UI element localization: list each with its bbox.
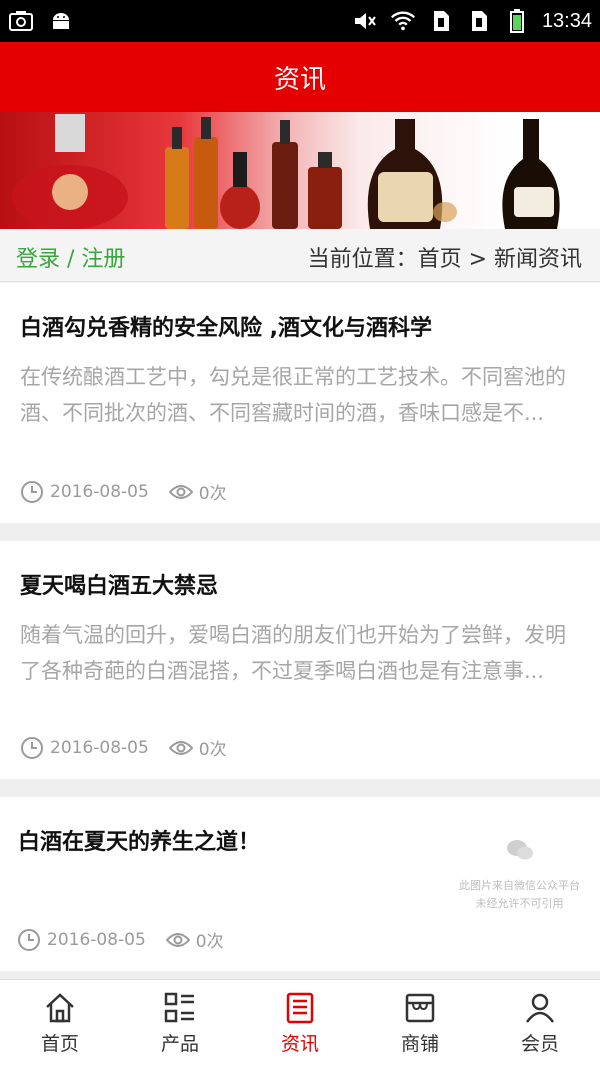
article-meta: 2016-08-05 0次: [20, 735, 227, 760]
page-title: 资讯: [273, 64, 326, 95]
nav-item-shop[interactable]: 商铺: [360, 980, 480, 1067]
article-views: 0次: [198, 484, 227, 504]
clock-icon: [18, 928, 40, 951]
news-icon: [286, 992, 314, 1024]
article-views: 0次: [198, 740, 227, 760]
article-meta: 2016-08-05 0次: [20, 479, 227, 504]
app-header: 资讯: [0, 42, 600, 112]
shop-icon: [405, 993, 435, 1023]
nav-item-member[interactable]: 会员: [480, 980, 600, 1067]
battery-icon: [504, 8, 530, 34]
article-views: 0次: [195, 932, 224, 952]
wechat-icon: [506, 840, 533, 860]
sim1-icon: [428, 8, 454, 34]
nav-item-products[interactable]: 产品: [120, 980, 240, 1067]
wechat-watermark: 此图片来自微信公众平台 未经允许不可引用: [459, 837, 580, 913]
article-meta: 2016-08-05 0次: [17, 927, 224, 952]
mute-icon: [352, 8, 378, 34]
nav-label: 资讯: [280, 1033, 319, 1055]
bottom-nav: 首页 产品 资讯 商铺 会员: [0, 979, 600, 1067]
article-date: 2016-08-05: [50, 737, 149, 758]
user-icon: [525, 993, 555, 1023]
article-date: 2016-08-05: [47, 929, 146, 950]
nav-label: 商铺: [400, 1033, 439, 1055]
eye-icon: [168, 740, 193, 755]
watermark-line: 此图片来自微信公众平台: [459, 879, 580, 892]
banner-image[interactable]: [0, 112, 600, 229]
login-register-link[interactable]: 登录 / 注册: [16, 241, 125, 273]
nav-label: 首页: [40, 1033, 79, 1055]
breadcrumb: 当前位置：首页 > 新闻资讯: [307, 247, 582, 272]
article-summary: 随着气温的回升，爱喝白酒的朋友们也开始为了尝鲜，发明了各种奇葩的白酒混搭，不过夏…: [20, 623, 566, 683]
wifi-icon: [390, 8, 416, 34]
article-summary: 在传统酿酒工艺中，勾兑是很正常的工艺技术。不同窖池的酒、不同批次的酒、不同窖藏时…: [20, 365, 566, 425]
article-card[interactable]: 夏天喝白酒五大禁忌 随着气温的回升，爱喝白酒的朋友们也开始为了尝鲜，发明了各种奇…: [0, 541, 600, 779]
nav-item-home[interactable]: 首页: [0, 980, 120, 1067]
clock: 13:34: [541, 9, 592, 32]
grid-list-icon: [164, 992, 194, 1023]
android-icon: [48, 8, 74, 34]
status-bar: 13:34: [0, 0, 600, 42]
article-title[interactable]: 白酒勾兑香精的安全风险 ,酒文化与酒科学: [20, 310, 432, 342]
screenshot-icon: [8, 8, 34, 34]
breadcrumb-bar: 登录 / 注册 当前位置：首页 > 新闻资讯: [0, 229, 600, 282]
watermark-line: 未经允许不可引用: [475, 897, 564, 910]
nav-item-news[interactable]: 资讯: [240, 980, 360, 1067]
clock-icon: [21, 480, 43, 503]
eye-icon: [165, 932, 190, 947]
article-card[interactable]: 白酒勾兑香精的安全风险 ,酒文化与酒科学 在传统酿酒工艺中，勾兑是很正常的工艺技…: [0, 283, 600, 523]
home-icon: [46, 993, 74, 1023]
article-title[interactable]: 夏天喝白酒五大禁忌: [20, 568, 218, 600]
article-card[interactable]: 白酒在夏天的养生之道！ 此图片来自微信公众平台 未经允许不可引用 2016-08…: [0, 797, 600, 971]
sim2-icon: [466, 8, 492, 34]
nav-label: 产品: [160, 1033, 199, 1055]
liquor-bottles-illustration: [12, 114, 560, 229]
article-date: 2016-08-05: [50, 481, 149, 502]
clock-icon: [21, 736, 43, 759]
article-title[interactable]: 白酒在夏天的养生之道！: [18, 824, 260, 856]
nav-label: 会员: [520, 1033, 559, 1055]
eye-icon: [168, 484, 193, 499]
